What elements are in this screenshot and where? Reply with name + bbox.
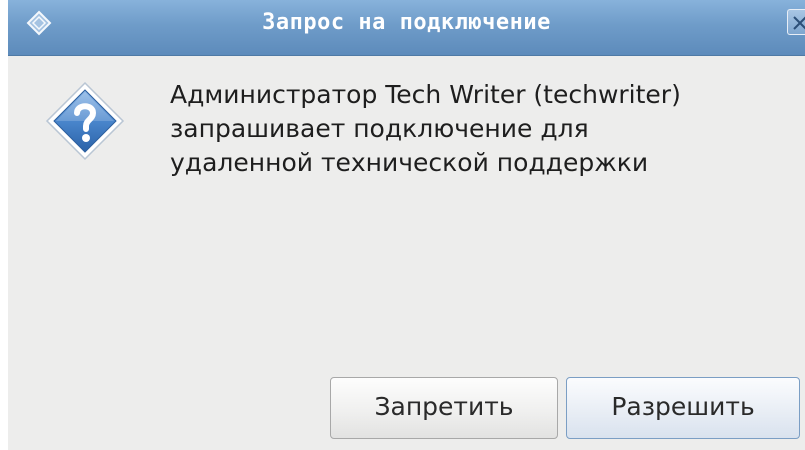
message-line-2: запрашивает подключение для <box>170 114 589 143</box>
request-message: Администратор Tech Writer (techwriter) з… <box>170 78 800 180</box>
message-line-3: удаленной технической поддержки <box>170 148 649 177</box>
message-line-1: Администратор Tech Writer (techwriter) <box>170 80 681 109</box>
close-icon <box>793 16 805 30</box>
close-button[interactable] <box>787 9 805 35</box>
connection-request-dialog: Запрос на подключение Администратор Tech… <box>8 0 805 450</box>
title-bar[interactable]: Запрос на подключение <box>8 0 805 56</box>
question-icon <box>44 80 126 162</box>
window-title: Запрос на подключение <box>262 10 551 35</box>
allow-button[interactable]: Разрешить <box>566 377 800 439</box>
deny-button[interactable]: Запретить <box>330 377 558 439</box>
